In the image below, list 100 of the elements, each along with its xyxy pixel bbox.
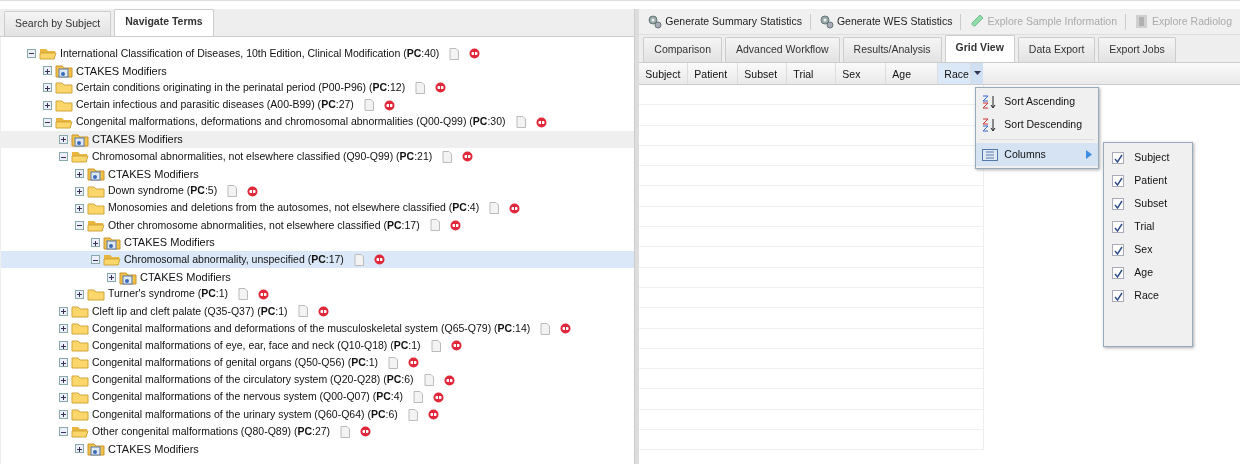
tree-item-label[interactable]: Congenital malformations of the nervous system (Q00-Q07) (PC:4)	[91, 389, 404, 406]
badge-icon	[360, 426, 372, 438]
tree-item-label[interactable]: Congenital malformations of the urinary system (Q60-Q64) (PC:6)	[91, 406, 398, 423]
expand-icon[interactable]	[59, 324, 68, 334]
tab[interactable]: Comparison	[643, 37, 722, 62]
folder-icon	[87, 287, 105, 301]
expand-icon[interactable]	[75, 169, 84, 179]
expand-icon[interactable]	[59, 306, 68, 316]
expand-icon[interactable]	[91, 238, 100, 248]
document-icon	[423, 374, 434, 387]
expand-icon[interactable]	[59, 410, 68, 420]
checkbox[interactable]	[1112, 266, 1125, 279]
tree-item-label[interactable]: CTAKES Modifiers	[91, 131, 183, 148]
tree-item-label[interactable]: CTAKES Modifiers	[107, 165, 199, 183]
menu-item[interactable]: Sex	[1134, 241, 1153, 258]
expand-icon[interactable]	[59, 392, 68, 402]
folder-icon	[55, 98, 73, 112]
folder-icon	[71, 150, 89, 164]
checkbox[interactable]	[1112, 289, 1125, 302]
column-header[interactable]: Patient	[688, 63, 739, 84]
toolbar-button[interactable]: Generate WES Statistics	[816, 13, 955, 30]
expand-icon[interactable]	[75, 289, 84, 299]
expand-icon[interactable]	[107, 272, 116, 282]
tab[interactable]: Advanced Workflow	[724, 37, 840, 62]
tree-item-label[interactable]: Other congenital malformations (Q80-Q89) (PC:27)	[91, 423, 331, 440]
menu-item[interactable]: Sort Descending	[976, 113, 1099, 136]
tree-item-label[interactable]: Monosomies and deletions from the autosomes, not elsewhere classified (PC:4)	[107, 200, 480, 217]
checkbox[interactable]	[1112, 197, 1125, 210]
badge-icon	[317, 305, 329, 317]
column-header[interactable]: Subject	[639, 63, 689, 84]
folder-icon	[87, 184, 105, 198]
tree-item-label[interactable]: Congenital malformations and deformations of the musculoskeletal system (Q65-Q79) (PC:14)	[91, 320, 531, 337]
menu-item[interactable]: Subset	[1134, 195, 1168, 212]
collapse-icon[interactable]	[59, 152, 68, 162]
menu-item[interactable]: Sort Ascending	[976, 90, 1099, 113]
toolbar-button[interactable]: Generate Summary Statistics	[645, 13, 804, 30]
column-header[interactable]: Sex	[836, 63, 887, 84]
tree-item-label[interactable]: Turner's syndrome (PC:1)	[107, 286, 229, 303]
expand-icon[interactable]	[59, 135, 68, 145]
collapse-icon[interactable]	[75, 220, 84, 230]
folder-icon	[71, 356, 89, 370]
expand-icon[interactable]	[75, 186, 84, 196]
checkbox[interactable]	[1112, 151, 1125, 164]
expand-icon[interactable]	[43, 83, 52, 93]
dropdown-trigger[interactable]	[971, 63, 984, 84]
document-icon	[297, 305, 308, 318]
folder-icon	[55, 115, 73, 129]
expand-icon[interactable]	[75, 203, 84, 213]
collapse-icon[interactable]	[43, 117, 52, 127]
expand-icon[interactable]	[43, 66, 52, 76]
tab[interactable]: Export Jobs	[1098, 37, 1176, 62]
column-header[interactable]: Race	[938, 63, 972, 84]
check-icon	[1113, 199, 1123, 209]
badge-icon	[383, 99, 395, 111]
expand-icon[interactable]	[75, 444, 84, 454]
document-icon	[388, 356, 398, 369]
tree-item-label[interactable]: Certain conditions originating in the perinatal period (P00-P96) (PC:12)	[75, 80, 406, 96]
tree-item-label[interactable]: Chromosomal abnormalities, not elsewhere classified (Q90-Q99) (PC:21)	[91, 148, 433, 165]
menu-item[interactable]: Patient	[1134, 172, 1168, 189]
expand-icon[interactable]	[59, 375, 68, 385]
collapse-icon[interactable]	[91, 255, 100, 265]
collapse-icon[interactable]	[27, 49, 36, 59]
menu-item[interactable]: Columns	[976, 143, 1099, 166]
column-header[interactable]: Trial	[787, 63, 837, 84]
tree-item-label[interactable]: Cleft lip and cleft palate (Q35-Q37) (PC:1)	[91, 303, 288, 320]
column-header[interactable]: Subset	[738, 63, 788, 84]
tree-item-label[interactable]: Congenital malformations, deformations and chromosomal abnormalities (Q00-Q99) (PC:30)	[75, 114, 506, 131]
expand-icon[interactable]	[59, 341, 68, 351]
collapse-icon[interactable]	[59, 427, 68, 437]
tab[interactable]: Search by Subject	[4, 11, 112, 36]
menu-item[interactable]: Subject	[1134, 149, 1170, 166]
checkbox[interactable]	[1112, 243, 1125, 256]
caret-icon	[973, 71, 981, 76]
tree-item-label[interactable]: CTAKES Modifiers	[139, 268, 231, 286]
tab[interactable]: Data Export	[1017, 37, 1096, 62]
expand-icon[interactable]	[59, 358, 68, 368]
tab[interactable]: Results/Analysis	[842, 37, 942, 62]
expand-icon[interactable]	[43, 100, 52, 110]
tab[interactable]: Navigate Terms	[114, 9, 214, 36]
menu-item[interactable]: Race	[1134, 287, 1159, 304]
checkbox[interactable]	[1112, 220, 1125, 233]
tree-item-label[interactable]: Down syndrome (PC:5)	[107, 183, 218, 199]
folder-icon	[119, 269, 137, 285]
tab[interactable]: Grid View	[944, 35, 1015, 62]
tree-item-label[interactable]: CTAKES Modifiers	[107, 440, 199, 458]
tree-item-label[interactable]: Congenital malformations of genital organs (Q50-Q56) (PC:1)	[91, 355, 378, 371]
checkbox[interactable]	[1112, 174, 1125, 187]
tree-item-label[interactable]: Certain infectious and parasitic diseases (A00-B99) (PC:27)	[75, 97, 354, 114]
menu-item[interactable]: Trial	[1134, 218, 1155, 235]
tree-item-label[interactable]: International Classification of Diseases, 10th Edition, Clinical Modification (PC:40)	[59, 45, 440, 62]
menu-item[interactable]: Age	[1134, 264, 1154, 281]
folder-icon	[87, 218, 105, 232]
document-icon	[363, 99, 374, 112]
tree-item-label[interactable]: Congenital malformations of eye, ear, face and neck (Q10-Q18) (PC:1)	[91, 337, 421, 354]
tree-item-label[interactable]: Congenital malformations of the circulatory system (Q20-Q28) (PC:6)	[91, 372, 414, 389]
tree-item-label[interactable]: CTAKES Modifiers	[123, 234, 215, 251]
document-icon	[413, 391, 424, 404]
tree-item-label[interactable]: Other chromosome abnormalities, not elsewhere classified (PC:17)	[107, 217, 420, 234]
badge-icon	[408, 357, 419, 369]
tree-item-label[interactable]: CTAKES Modifiers	[75, 62, 167, 80]
